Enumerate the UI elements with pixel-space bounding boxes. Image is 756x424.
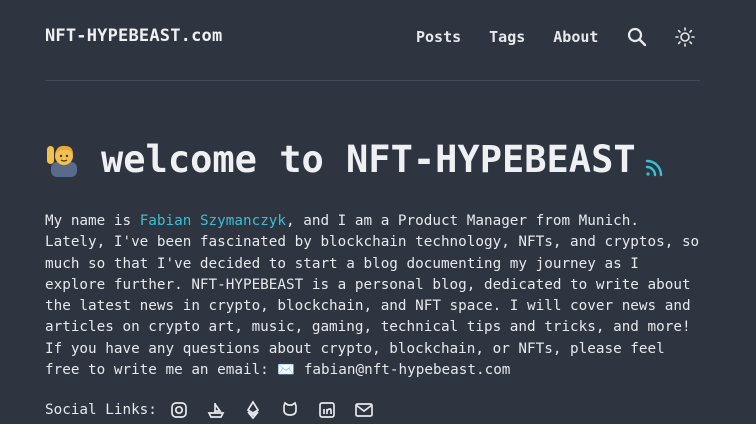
intro-paragraph: My name is Fabian Szymanczyk, and I am a… [45,211,705,381]
linkedin-icon[interactable] [317,400,337,420]
intro-body: , and I am a Product Manager from Munich… [45,213,700,379]
ethereum-icon[interactable] [243,400,263,420]
page-title: welcome to NFT-HYPEBEAST [101,137,636,181]
intro-prefix: My name is [45,213,140,229]
site-header: NFT-HYPEBEAST.com Posts Tags About [0,0,756,80]
envelope-icon: ✉️ [277,362,296,379]
social-links: Social Links: [45,400,391,420]
instagram-icon[interactable] [169,400,189,420]
github-icon[interactable] [280,400,300,420]
sun-icon[interactable] [674,26,696,48]
waving-person-icon [45,140,83,178]
search-icon[interactable] [626,26,648,48]
header-divider [45,80,700,81]
email-link[interactable]: fabian@nft-hypebeast.com [304,362,511,378]
main-nav: Posts Tags About [416,26,696,48]
hero: welcome to NFT-HYPEBEAST [45,136,664,182]
nav-tags[interactable]: Tags [489,28,525,46]
opensea-icon[interactable] [206,400,226,420]
mail-icon[interactable] [354,400,374,420]
author-link[interactable]: Fabian Szymanczyk [140,213,286,229]
nav-about[interactable]: About [553,28,598,46]
rss-icon[interactable] [644,158,664,178]
site-brand[interactable]: NFT-HYPEBEAST.com [45,26,222,46]
nav-posts[interactable]: Posts [416,28,461,46]
